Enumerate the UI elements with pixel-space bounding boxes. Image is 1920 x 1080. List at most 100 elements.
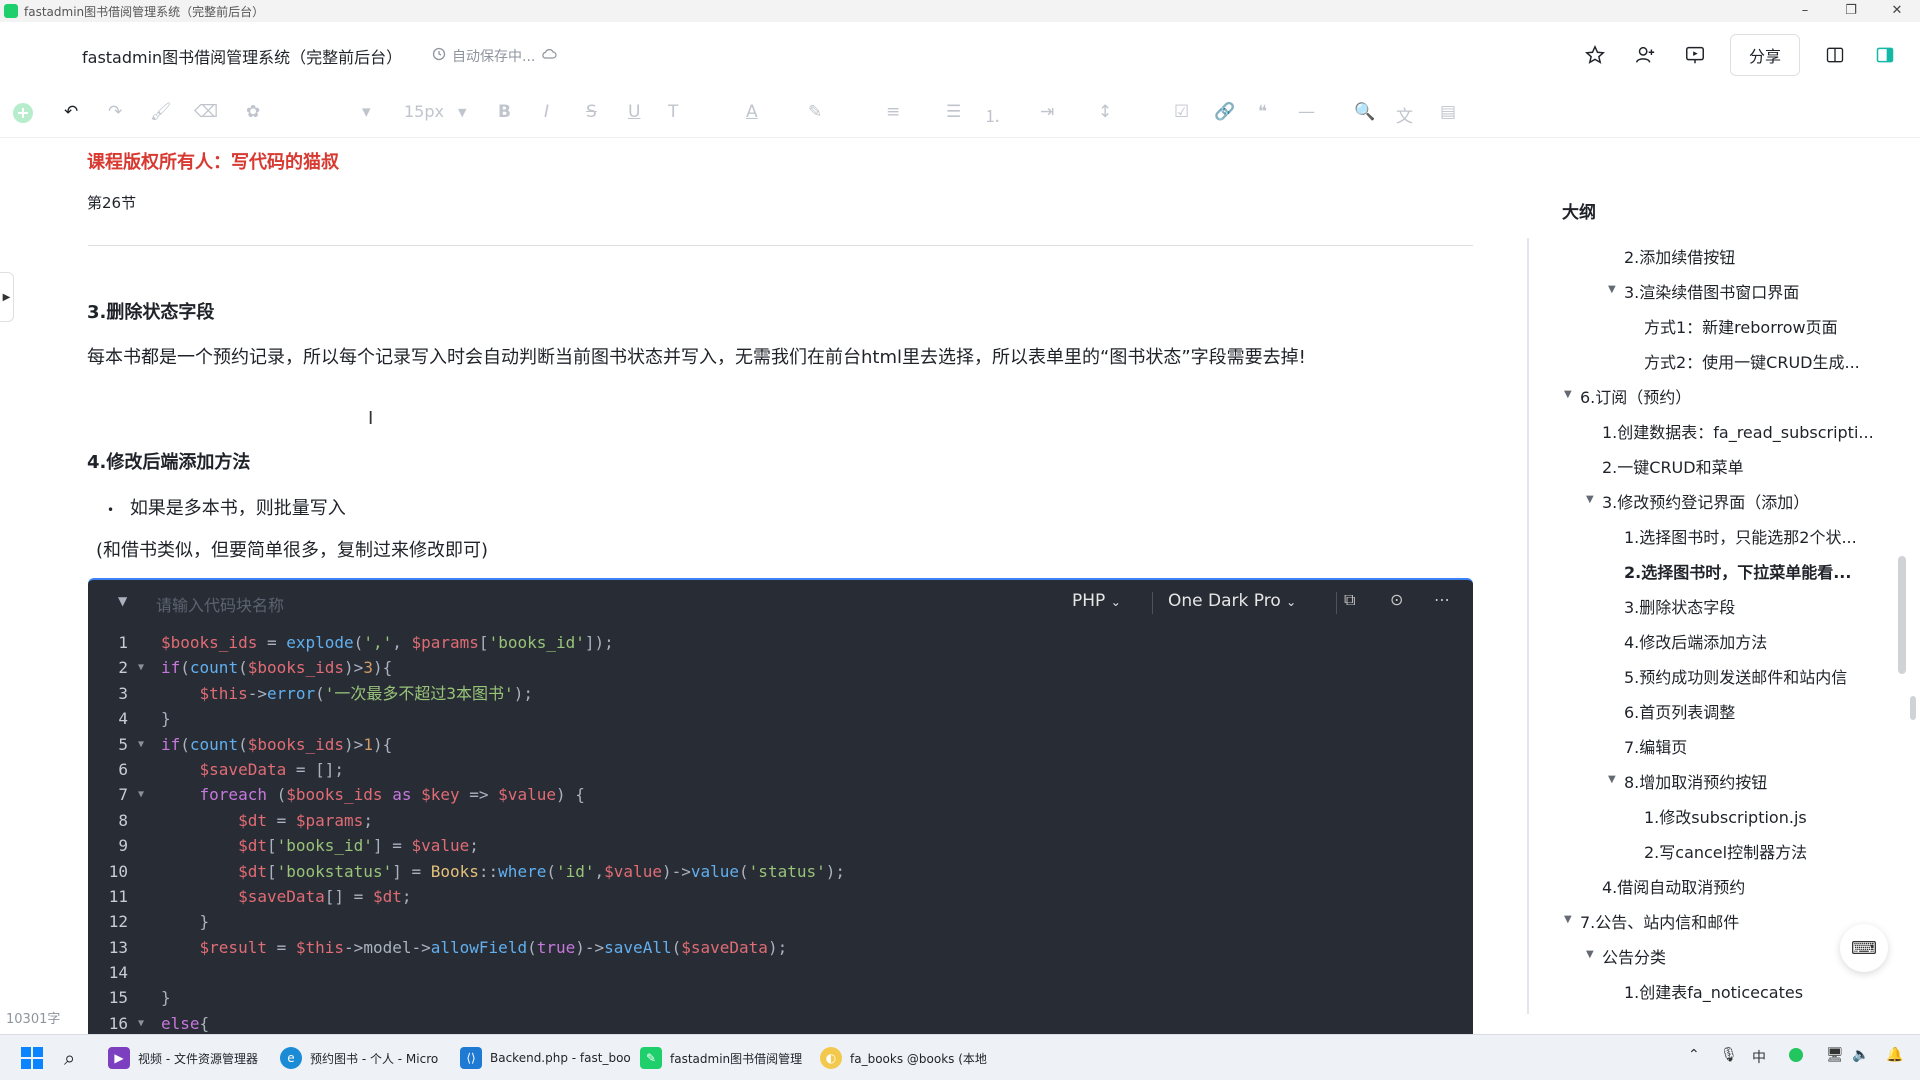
checkbox-icon[interactable]: ☑ xyxy=(1174,102,1189,122)
taskbar-app-docs[interactable]: ✎ fastadmin图书借阅管理 xyxy=(640,1043,802,1073)
italic-icon[interactable]: I xyxy=(544,102,549,122)
maximize-button[interactable]: ❐ xyxy=(1828,0,1874,22)
docs-app-icon: ✎ xyxy=(640,1047,662,1069)
taskbar-app-vscode[interactable]: ⟨⟩ Backend.php - fast_boo xyxy=(460,1043,631,1073)
run-icon[interactable]: ⊙ xyxy=(1390,590,1403,609)
code-lines[interactable]: 1 $books_ids = explode(',', $params['book… xyxy=(88,630,1473,1034)
line-number: 5 xyxy=(118,734,128,754)
minimize-button[interactable]: – xyxy=(1782,0,1828,22)
outline-item[interactable]: 3.渲染续借图书窗口界面 xyxy=(1624,279,1799,303)
clear-format-icon[interactable]: ⌫ xyxy=(194,102,218,122)
close-button[interactable]: ✕ xyxy=(1874,0,1920,22)
star-icon[interactable] xyxy=(1580,40,1610,70)
microphone-icon[interactable]: 🎙 xyxy=(1720,1047,1738,1063)
align-icon[interactable]: ≡ xyxy=(886,102,900,122)
ime-indicator[interactable]: 中 xyxy=(1752,1047,1766,1067)
collapse-code-icon[interactable]: ▼ xyxy=(118,594,127,608)
redo-icon[interactable]: ↷ xyxy=(108,102,122,122)
bold-icon[interactable]: B xyxy=(498,102,511,122)
numbered-list-icon[interactable]: ⒈ xyxy=(984,102,1001,127)
outline-item[interactable]: 8.增加取消预约按钮 xyxy=(1624,769,1767,793)
find-replace-icon[interactable]: 🔍 xyxy=(1354,102,1375,122)
collapse-toggle-icon[interactable]: ▼ xyxy=(1564,914,1572,925)
start-button[interactable] xyxy=(20,1043,44,1073)
outline-item[interactable]: 4.借阅自动取消预约 xyxy=(1602,874,1745,898)
outline-item[interactable]: 1.选择图书时，只能选那2个状... xyxy=(1624,524,1857,548)
network-icon[interactable]: 🖥 xyxy=(1826,1047,1844,1063)
volume-icon[interactable]: 🔈 xyxy=(1852,1047,1869,1063)
code-name-input[interactable]: 请输入代码块名称 xyxy=(156,592,284,616)
fold-icon[interactable]: ▼ xyxy=(138,732,144,757)
font-size-select[interactable]: 15px xyxy=(404,102,444,121)
outline-item[interactable]: 4.修改后端添加方法 xyxy=(1624,629,1767,653)
theme-select[interactable]: One Dark Pro ⌄ xyxy=(1168,591,1296,611)
translate-icon[interactable]: 文 xyxy=(1396,102,1413,127)
language-select[interactable]: PHP ⌄ xyxy=(1072,591,1121,611)
fold-icon[interactable]: ▼ xyxy=(138,1011,144,1034)
outline-item[interactable]: 方式2：使用一键CRUD生成... xyxy=(1644,349,1860,373)
keyboard-shortcuts-icon[interactable]: ⌨ xyxy=(1840,924,1888,972)
ai-icon[interactable]: ✿ xyxy=(246,102,260,122)
outline-item[interactable]: 3.删除状态字段 xyxy=(1624,594,1735,618)
code-block[interactable]: ▼ 请输入代码块名称 PHP ⌄ One Dark Pro ⌄ ⧉ ⊙ ⋯ 1 $… xyxy=(88,578,1473,1034)
outline-item[interactable]: 公告分类 xyxy=(1602,944,1666,968)
layout-icon[interactable] xyxy=(1820,40,1850,70)
fold-icon[interactable]: ▼ xyxy=(138,782,144,807)
taskbar-app-edge[interactable]: e 预约图书 - 个人 - Micro xyxy=(280,1043,438,1073)
tray-chevron-icon[interactable]: ⌃ xyxy=(1688,1047,1700,1063)
collapse-toggle-icon[interactable]: ▼ xyxy=(1608,284,1616,295)
outline-item[interactable]: 1.创建表fa_noticecates xyxy=(1624,979,1803,1003)
taskbar-app-explorer[interactable]: ▶ 视频 - 文件资源管理器 xyxy=(108,1043,258,1073)
highlight-icon[interactable]: ✎ xyxy=(808,102,822,122)
outline-item[interactable]: 2.一键CRUD和菜单 xyxy=(1602,454,1744,478)
strikethrough-icon[interactable]: S xyxy=(586,102,597,122)
outline-item[interactable]: 2.添加续借按钮 xyxy=(1624,244,1735,268)
add-collaborator-icon[interactable] xyxy=(1630,40,1660,70)
notification-bell-icon[interactable]: 🔔 xyxy=(1886,1047,1903,1063)
outline-item[interactable]: 6.首页列表调整 xyxy=(1624,699,1735,723)
page-scrollbar[interactable] xyxy=(1910,696,1916,720)
undo-icon[interactable]: ↶ xyxy=(64,102,78,122)
collapse-toggle-icon[interactable]: ▼ xyxy=(1564,389,1572,400)
doc-title[interactable]: fastadmin图书借阅管理系统（完整前后台） xyxy=(82,44,402,68)
collapse-toggle-icon[interactable]: ▼ xyxy=(1586,949,1594,960)
share-button[interactable]: 分享 xyxy=(1729,34,1800,76)
divider-icon[interactable]: — xyxy=(1298,102,1315,122)
taskbar-app-database[interactable]: ◐ fa_books @books (本地 xyxy=(820,1043,987,1073)
bullet-list-icon[interactable]: ☰ xyxy=(946,102,961,122)
link-icon[interactable]: 🔗 xyxy=(1214,102,1235,122)
format-painter-icon[interactable]: 🖌 xyxy=(150,102,172,122)
outline-item[interactable]: 方式1：新建reborrow页面 xyxy=(1644,314,1838,338)
outline-item-active[interactable]: 2.选择图书时，下拉菜单能看... xyxy=(1624,559,1851,583)
outline-item[interactable]: 5.预约成功则发送邮件和站内信 xyxy=(1624,664,1847,688)
search-icon[interactable]: ⌕ xyxy=(64,1043,75,1073)
insert-block-icon[interactable] xyxy=(12,102,34,129)
outline-item[interactable]: 7.公告、站内信和邮件 xyxy=(1580,909,1739,933)
outline-scrollbar[interactable] xyxy=(1898,556,1906,674)
more-options-icon[interactable]: ⋯ xyxy=(1434,590,1450,609)
outline-item[interactable]: 1.修改subscription.js xyxy=(1644,804,1807,828)
font-size-chevron-icon[interactable]: ▼ xyxy=(458,106,466,119)
outline-divider[interactable] xyxy=(1527,238,1529,1014)
outline-item[interactable]: 3.修改预约登记界面（添加） xyxy=(1602,489,1809,513)
line-spacing-icon[interactable]: ↕ xyxy=(1098,102,1112,122)
copy-icon[interactable]: ⧉ xyxy=(1344,590,1355,610)
collapse-toggle-icon[interactable]: ▼ xyxy=(1608,774,1616,785)
outline-item[interactable]: 7.编辑页 xyxy=(1624,734,1687,758)
expand-left-panel-icon[interactable]: ▶ xyxy=(0,272,14,322)
sidebar-toggle-icon[interactable] xyxy=(1870,40,1900,70)
presentation-icon[interactable] xyxy=(1680,40,1710,70)
template-icon[interactable]: ▤ xyxy=(1440,102,1456,122)
indent-icon[interactable]: ⇥ xyxy=(1040,102,1054,122)
underline-icon[interactable]: U xyxy=(628,102,640,122)
outline-item[interactable]: 1.创建数据表：fa_read_subscripti... xyxy=(1602,419,1874,443)
quote-icon[interactable]: ❝ xyxy=(1258,102,1267,122)
fold-icon[interactable]: ▼ xyxy=(138,655,144,680)
text-style-dropdown-icon[interactable]: ▾ xyxy=(362,102,371,122)
outline-item[interactable]: 2.写cancel控制器方法 xyxy=(1644,839,1807,863)
font-color-icon[interactable]: A xyxy=(746,102,758,122)
text-case-icon[interactable]: T xyxy=(668,102,678,122)
outline-item[interactable]: 6.订阅（预约） xyxy=(1580,384,1691,408)
collapse-toggle-icon[interactable]: ▼ xyxy=(1586,494,1594,505)
wechat-tray-icon[interactable] xyxy=(1788,1047,1804,1067)
